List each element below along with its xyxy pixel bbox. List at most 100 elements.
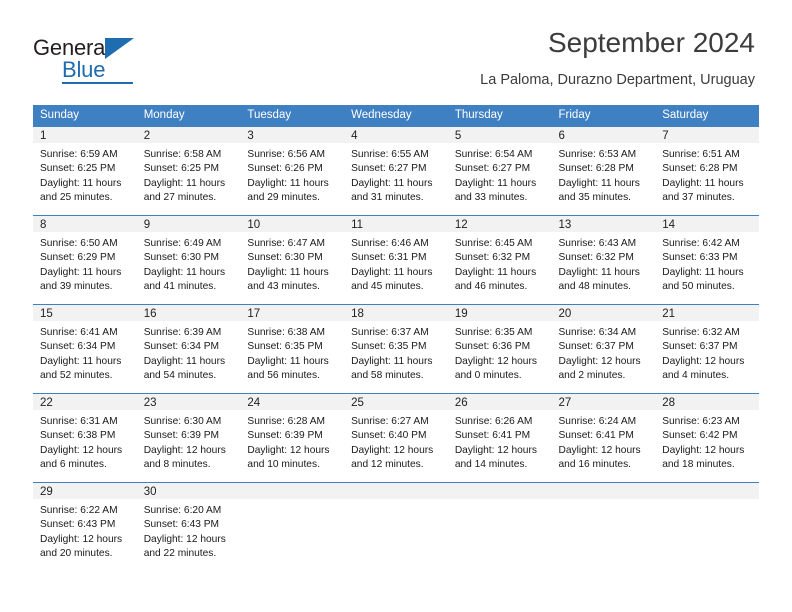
sunset-text: Sunset: 6:43 PM bbox=[40, 519, 116, 531]
day-cell[interactable]: 3 Sunrise: 6:56 AM Sunset: 6:26 PM Dayli… bbox=[240, 126, 345, 216]
daylight-text-line2: and 20 minutes. bbox=[40, 548, 113, 560]
title-block: September 2024 La Paloma, Durazno Depart… bbox=[480, 26, 755, 90]
day-cell[interactable]: 8 Sunrise: 6:50 AM Sunset: 6:29 PM Dayli… bbox=[33, 215, 137, 305]
page-title: September 2024 bbox=[547, 27, 755, 58]
sunrise-text: Sunrise: 6:50 AM bbox=[40, 238, 118, 249]
day-number: 7 bbox=[655, 127, 759, 144]
day-cell[interactable]: 24 Sunrise: 6:28 AM Sunset: 6:39 PM Dayl… bbox=[240, 393, 345, 483]
day-cell[interactable]: 7 Sunrise: 6:51 AM Sunset: 6:28 PM Dayli… bbox=[655, 126, 759, 216]
day-cell[interactable]: 11 Sunrise: 6:46 AM Sunset: 6:31 PM Dayl… bbox=[344, 215, 448, 305]
day-details: Sunrise: 6:56 AM Sunset: 6:26 PM Dayligh… bbox=[240, 144, 344, 206]
sunrise-text: Sunrise: 6:30 AM bbox=[143, 416, 222, 427]
sunrise-text: Sunrise: 6:28 AM bbox=[247, 416, 325, 427]
day-details: Sunrise: 6:54 AM Sunset: 6:27 PM Dayligh… bbox=[448, 144, 552, 206]
daylight-text-line2: and 29 minutes. bbox=[247, 192, 320, 204]
day-details: Sunrise: 6:51 AM Sunset: 6:28 PM Dayligh… bbox=[655, 144, 759, 206]
sunrise-text: Sunrise: 6:20 AM bbox=[143, 505, 222, 516]
day-cell[interactable]: 1 Sunrise: 6:59 AM Sunset: 6:25 PM Dayli… bbox=[33, 126, 137, 216]
sunrise-text: Sunrise: 6:26 AM bbox=[454, 416, 533, 427]
day-cell[interactable]: 30 Sunrise: 6:20 AM Sunset: 6:43 PM Dayl… bbox=[136, 482, 241, 572]
day-cell[interactable]: 12 Sunrise: 6:45 AM Sunset: 6:32 PM Dayl… bbox=[447, 215, 552, 305]
weekday-header-row: Sunday Monday Tuesday Wednesday Thursday… bbox=[33, 105, 759, 127]
day-cell[interactable]: 22 Sunrise: 6:31 AM Sunset: 6:38 PM Dayl… bbox=[33, 393, 137, 483]
day-cell[interactable]: 21 Sunrise: 6:32 AM Sunset: 6:37 PM Dayl… bbox=[655, 304, 759, 394]
day-number: 3 bbox=[240, 127, 345, 144]
daylight-text-line1: Daylight: 12 hours bbox=[454, 355, 537, 367]
daylight-text-line2: and 48 minutes. bbox=[558, 281, 632, 293]
daylight-text-line2: and 54 minutes. bbox=[143, 370, 217, 382]
day-cell[interactable]: 27 Sunrise: 6:24 AM Sunset: 6:41 PM Dayl… bbox=[551, 393, 656, 483]
day-details: Sunrise: 6:47 AM Sunset: 6:30 PM Dayligh… bbox=[240, 233, 344, 295]
day-details: Sunrise: 6:55 AM Sunset: 6:27 PM Dayligh… bbox=[344, 144, 448, 206]
day-details: Sunrise: 6:22 AM Sunset: 6:43 PM Dayligh… bbox=[33, 500, 137, 562]
daylight-text-line1: Daylight: 12 hours bbox=[351, 444, 434, 456]
day-cell[interactable]: 14 Sunrise: 6:42 AM Sunset: 6:33 PM Dayl… bbox=[655, 215, 759, 305]
sunset-text: Sunset: 6:32 PM bbox=[454, 252, 531, 264]
sunset-text: Sunset: 6:35 PM bbox=[247, 341, 323, 353]
day-cell[interactable]: 15 Sunrise: 6:41 AM Sunset: 6:34 PM Dayl… bbox=[33, 304, 137, 394]
day-cell[interactable]: 23 Sunrise: 6:30 AM Sunset: 6:39 PM Dayl… bbox=[136, 393, 241, 483]
day-number: 29 bbox=[33, 483, 137, 500]
daylight-text-line1: Daylight: 11 hours bbox=[662, 177, 744, 189]
sunrise-text: Sunrise: 6:58 AM bbox=[143, 149, 222, 160]
calendar-week-row: 8 Sunrise: 6:50 AM Sunset: 6:29 PM Dayli… bbox=[33, 215, 759, 305]
day-cell[interactable]: 16 Sunrise: 6:39 AM Sunset: 6:34 PM Dayl… bbox=[136, 304, 241, 394]
day-details: Sunrise: 6:58 AM Sunset: 6:25 PM Dayligh… bbox=[137, 144, 241, 206]
day-cell[interactable]: 4 Sunrise: 6:55 AM Sunset: 6:27 PM Dayli… bbox=[344, 126, 448, 216]
day-cell[interactable]: 28 Sunrise: 6:23 AM Sunset: 6:42 PM Dayl… bbox=[655, 393, 759, 483]
day-details: Sunrise: 6:50 AM Sunset: 6:29 PM Dayligh… bbox=[33, 233, 137, 295]
day-number: 15 bbox=[33, 305, 137, 322]
day-cell[interactable]: 26 Sunrise: 6:26 AM Sunset: 6:41 PM Dayl… bbox=[447, 393, 552, 483]
day-details: Sunrise: 6:43 AM Sunset: 6:32 PM Dayligh… bbox=[552, 233, 656, 295]
day-number: 30 bbox=[136, 483, 241, 500]
day-number bbox=[344, 483, 448, 500]
sunset-text: Sunset: 6:43 PM bbox=[143, 519, 220, 531]
daylight-text-line1: Daylight: 11 hours bbox=[143, 266, 226, 278]
sunset-text: Sunset: 6:30 PM bbox=[143, 252, 220, 264]
day-cell[interactable]: 19 Sunrise: 6:35 AM Sunset: 6:36 PM Dayl… bbox=[447, 304, 552, 394]
day-cell-empty bbox=[447, 482, 552, 572]
daylight-text-line1: Daylight: 12 hours bbox=[662, 444, 745, 456]
day-cell[interactable]: 10 Sunrise: 6:47 AM Sunset: 6:30 PM Dayl… bbox=[240, 215, 345, 305]
day-number: 17 bbox=[240, 305, 345, 322]
day-cell[interactable]: 18 Sunrise: 6:37 AM Sunset: 6:35 PM Dayl… bbox=[344, 304, 448, 394]
sunset-text: Sunset: 6:39 PM bbox=[143, 430, 220, 442]
day-cell[interactable]: 5 Sunrise: 6:54 AM Sunset: 6:27 PM Dayli… bbox=[447, 126, 552, 216]
day-number: 24 bbox=[240, 394, 345, 411]
day-cell[interactable]: 17 Sunrise: 6:38 AM Sunset: 6:35 PM Dayl… bbox=[240, 304, 345, 394]
calendar-table: Sunday Monday Tuesday Wednesday Thursday… bbox=[33, 105, 759, 572]
day-cell-empty bbox=[551, 482, 656, 572]
calendar-page: General Blue September 2024 La Paloma, D… bbox=[0, 0, 792, 612]
day-cell[interactable]: 25 Sunrise: 6:27 AM Sunset: 6:40 PM Dayl… bbox=[344, 393, 448, 483]
daylight-text-line1: Daylight: 11 hours bbox=[662, 266, 744, 278]
daylight-text-line2: and 8 minutes. bbox=[143, 459, 211, 471]
daylight-text-line1: Daylight: 11 hours bbox=[558, 177, 640, 189]
sunset-text: Sunset: 6:35 PM bbox=[351, 341, 427, 353]
day-number: 21 bbox=[655, 305, 759, 322]
daylight-text-line2: and 12 minutes. bbox=[351, 459, 424, 471]
sunset-text: Sunset: 6:29 PM bbox=[40, 252, 116, 264]
day-number: 25 bbox=[344, 394, 448, 411]
daylight-text-line2: and 46 minutes. bbox=[454, 281, 528, 293]
sunrise-text: Sunrise: 6:23 AM bbox=[662, 416, 740, 427]
day-number: 9 bbox=[136, 216, 241, 233]
daylight-text-line1: Daylight: 11 hours bbox=[247, 266, 329, 278]
day-cell[interactable]: 13 Sunrise: 6:43 AM Sunset: 6:32 PM Dayl… bbox=[551, 215, 656, 305]
day-cell[interactable]: 2 Sunrise: 6:58 AM Sunset: 6:25 PM Dayli… bbox=[136, 126, 241, 216]
day-cell[interactable]: 29 Sunrise: 6:22 AM Sunset: 6:43 PM Dayl… bbox=[33, 482, 137, 572]
daylight-text-line1: Daylight: 11 hours bbox=[351, 266, 433, 278]
day-number: 19 bbox=[447, 305, 552, 322]
day-cell[interactable]: 6 Sunrise: 6:53 AM Sunset: 6:28 PM Dayli… bbox=[551, 126, 656, 216]
day-number: 14 bbox=[655, 216, 759, 233]
sunset-text: Sunset: 6:33 PM bbox=[662, 252, 738, 264]
day-cell[interactable]: 20 Sunrise: 6:34 AM Sunset: 6:37 PM Dayl… bbox=[551, 304, 656, 394]
day-details: Sunrise: 6:32 AM Sunset: 6:37 PM Dayligh… bbox=[655, 322, 759, 384]
daylight-text-line2: and 10 minutes. bbox=[247, 459, 320, 471]
daylight-text-line1: Daylight: 12 hours bbox=[143, 444, 226, 456]
sunset-text: Sunset: 6:27 PM bbox=[351, 163, 427, 175]
page-header: General Blue September 2024 La Paloma, D… bbox=[0, 26, 792, 98]
weekday-header-saturday: Saturday bbox=[655, 105, 759, 127]
daylight-text-line1: Daylight: 11 hours bbox=[40, 266, 122, 278]
daylight-text-line1: Daylight: 12 hours bbox=[558, 355, 641, 367]
day-cell[interactable]: 9 Sunrise: 6:49 AM Sunset: 6:30 PM Dayli… bbox=[136, 215, 241, 305]
